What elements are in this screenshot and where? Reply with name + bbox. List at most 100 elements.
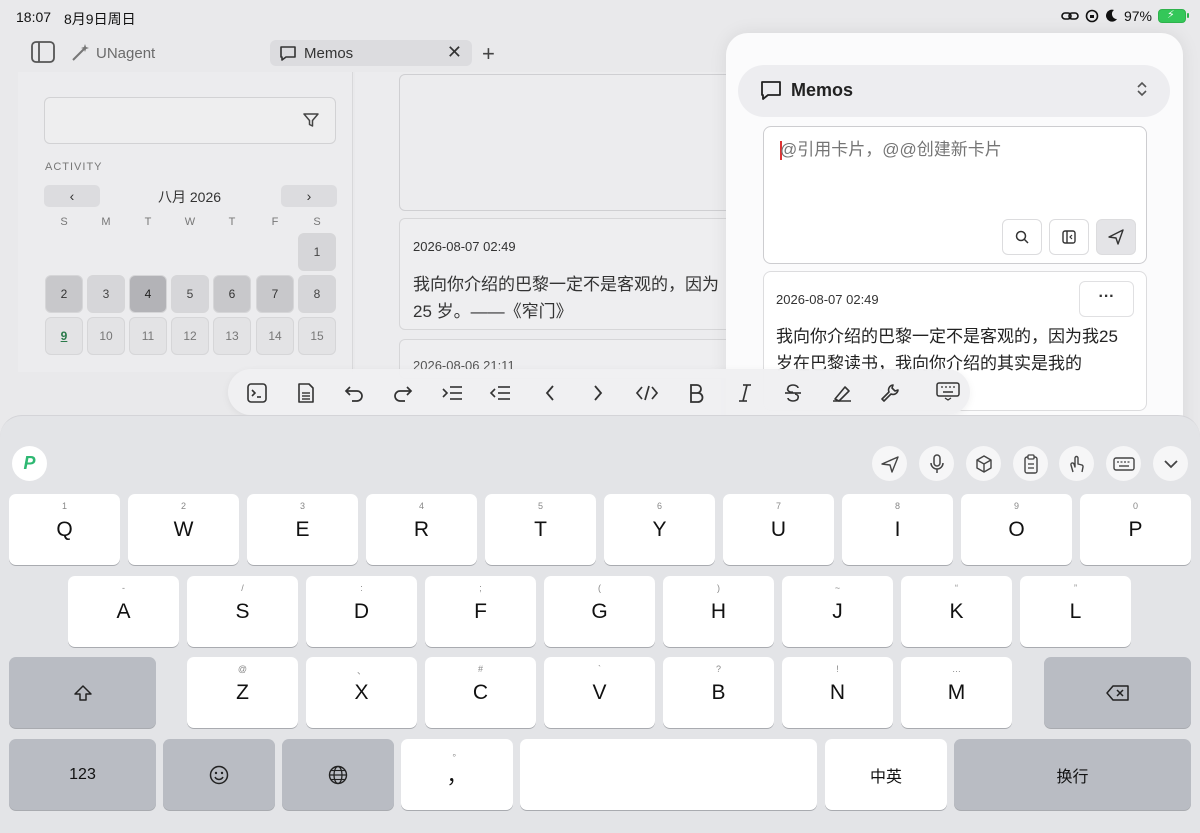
key-d[interactable]: :D <box>306 576 417 647</box>
calendar-day[interactable]: 9 <box>45 317 83 355</box>
arrow-left-icon[interactable] <box>538 381 562 405</box>
sidebar-panel-button[interactable] <box>1049 219 1089 255</box>
calendar-day[interactable]: 5 <box>171 275 209 313</box>
more-options-button[interactable]: ··· <box>1079 281 1134 317</box>
gesture-button[interactable] <box>1059 446 1094 481</box>
key-n[interactable]: ! N <box>782 657 893 728</box>
key-r[interactable]: 4R <box>366 494 477 565</box>
calendar-day[interactable]: 15 <box>298 317 336 355</box>
key-o[interactable]: 9O <box>961 494 1072 565</box>
key-z[interactable]: @ Z <box>187 657 298 728</box>
memo-composer[interactable] <box>763 126 1147 264</box>
shift-key[interactable] <box>9 657 156 728</box>
key-w[interactable]: 2W <box>128 494 239 565</box>
key-g[interactable]: (G <box>544 576 655 647</box>
filter-icon[interactable] <box>303 112 319 128</box>
bold-icon[interactable] <box>684 381 708 405</box>
search-filter-box[interactable] <box>44 97 336 144</box>
calendar-weekday: W <box>184 216 196 228</box>
memo-editor-background[interactable] <box>399 74 739 211</box>
memo-input[interactable] <box>780 140 1130 160</box>
key-l[interactable]: ” L <box>1020 576 1131 647</box>
numbers-key[interactable]: 123 <box>9 739 156 810</box>
key-x[interactable]: 、 X <box>306 657 417 728</box>
close-tab-icon[interactable]: ✕ <box>447 42 462 63</box>
calendar-day[interactable]: 8 <box>298 275 336 313</box>
calendar-day[interactable]: 11 <box>129 317 167 355</box>
outdent-icon[interactable] <box>488 381 512 405</box>
redo-icon[interactable] <box>391 381 415 405</box>
strikethrough-icon[interactable] <box>781 381 805 405</box>
key-h[interactable]: ) H <box>663 576 774 647</box>
keyboard-button[interactable] <box>1106 446 1141 481</box>
key-secondary-label: ~ <box>834 583 841 593</box>
send-button[interactable] <box>1096 219 1136 255</box>
key-v[interactable]: ` V <box>544 657 655 728</box>
calendar-day[interactable]: 1 <box>298 233 336 271</box>
key-i[interactable]: 8I <box>842 494 953 565</box>
send-button[interactable] <box>872 446 907 481</box>
calendar-day[interactable]: 3 <box>87 275 125 313</box>
key-k[interactable]: “K <box>901 576 1012 647</box>
indent-icon[interactable] <box>440 381 464 405</box>
emoji-key[interactable] <box>163 739 275 810</box>
key-t[interactable]: 5T <box>485 494 596 565</box>
key-m[interactable]: … M <box>901 657 1012 728</box>
key-p[interactable]: 0P <box>1080 494 1191 565</box>
space-key[interactable] <box>520 739 817 810</box>
key-u[interactable]: 7U <box>723 494 834 565</box>
calendar-day[interactable]: 2 <box>45 275 83 313</box>
document-icon[interactable] <box>294 381 318 405</box>
comma-key[interactable]: 。， <box>401 739 513 810</box>
key-q[interactable]: 1Q <box>9 494 120 565</box>
calendar-prev-button[interactable]: ‹ <box>44 185 100 207</box>
arrow-right-icon[interactable] <box>586 381 610 405</box>
key-a[interactable]: -A <box>68 576 179 647</box>
return-key[interactable]: 换行 <box>954 739 1191 810</box>
key-label: V <box>592 680 607 704</box>
key-y[interactable]: 6Y <box>604 494 715 565</box>
key-secondary-label: @ <box>237 664 248 674</box>
panel-header[interactable]: Memos <box>738 65 1170 117</box>
terminal-icon[interactable] <box>245 381 269 405</box>
calendar-day[interactable]: 14 <box>256 317 294 355</box>
key-b[interactable]: ? B <box>663 657 774 728</box>
key-e[interactable]: 3E <box>247 494 358 565</box>
search-button[interactable] <box>1002 219 1042 255</box>
chevron-down-button[interactable] <box>1153 446 1188 481</box>
undo-icon[interactable] <box>342 381 366 405</box>
keyboard-logo-icon[interactable]: P <box>12 446 47 481</box>
sidebar-toggle-icon[interactable] <box>30 40 56 64</box>
key-secondary-label: / <box>241 583 244 593</box>
mic-button[interactable] <box>919 446 954 481</box>
key-f[interactable]: ; F <box>425 576 536 647</box>
calendar-weekday: F <box>271 216 279 228</box>
calendar-day[interactable]: 13 <box>213 317 251 355</box>
wrench-icon[interactable] <box>878 381 902 405</box>
calendar-day[interactable]: 6 <box>213 275 251 313</box>
calendar-day[interactable]: 12 <box>171 317 209 355</box>
key-c[interactable]: # C <box>425 657 536 728</box>
app-name[interactable]: UNagent <box>96 45 155 62</box>
key-j[interactable]: ~ J <box>782 576 893 647</box>
chevron-up-down-icon[interactable] <box>1136 79 1148 99</box>
cube-button[interactable] <box>966 446 1001 481</box>
highlight-icon[interactable] <box>830 381 854 405</box>
italic-icon[interactable] <box>733 381 757 405</box>
calendar-next-button[interactable]: › <box>281 185 337 207</box>
key-secondary-label: ! <box>836 664 839 674</box>
tab-memos[interactable]: Memos ✕ <box>270 40 472 66</box>
calendar-day[interactable]: 10 <box>87 317 125 355</box>
globe-key[interactable] <box>282 739 394 810</box>
calendar-day[interactable]: 7 <box>256 275 294 313</box>
send-icon <box>880 455 899 473</box>
delete-key[interactable] <box>1044 657 1191 728</box>
clipboard-button[interactable] <box>1013 446 1048 481</box>
calendar-day[interactable]: 4 <box>129 275 167 313</box>
key-s[interactable]: / S <box>187 576 298 647</box>
new-tab-button[interactable]: + <box>482 41 495 67</box>
code-icon[interactable] <box>635 381 659 405</box>
language-switch-key[interactable]: 中英 <box>825 739 947 810</box>
keyboard-hide-button[interactable] <box>935 373 965 411</box>
memo-card[interactable]: 2026-08-07 02:49 我向你介绍的巴黎一定不是客观的，因为 25 岁… <box>399 218 739 330</box>
